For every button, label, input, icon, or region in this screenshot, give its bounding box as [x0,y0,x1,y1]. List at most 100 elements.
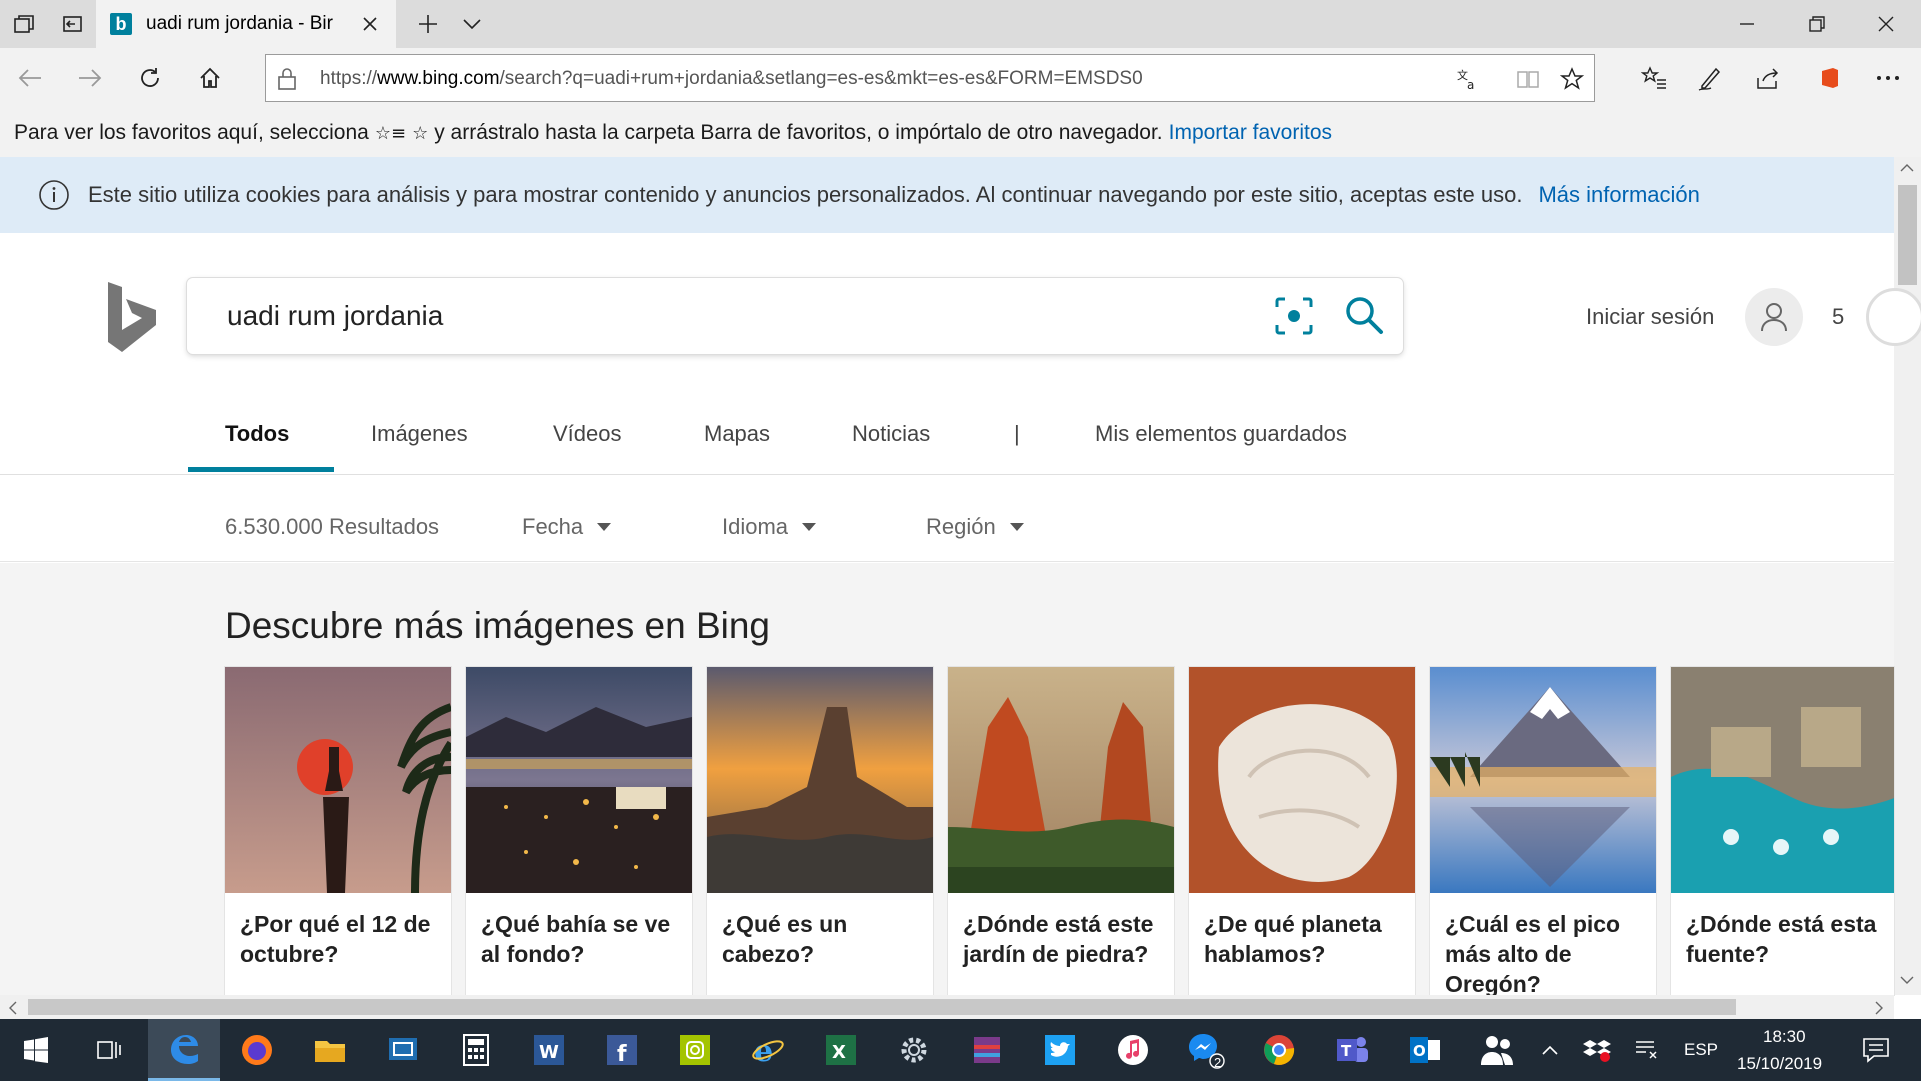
network-icon[interactable] [1622,1019,1672,1081]
scroll-right-icon[interactable] [1874,1001,1884,1015]
firefox-icon[interactable] [221,1019,293,1081]
show-hidden-icons-chevron-icon[interactable] [1530,1019,1570,1081]
horizontal-scrollbar[interactable] [0,995,1894,1019]
results-count-text: 6.530.000 Resultados [225,514,440,539]
clock-time[interactable]: 18:30 [1763,1027,1806,1047]
instagram-icon[interactable] [659,1019,731,1081]
messenger-icon[interactable]: 2 [1170,1019,1242,1081]
new-tab-icon[interactable] [404,0,452,48]
edge-browser-icon[interactable] [148,1019,220,1081]
discover-card[interactable]: ¿Qué bahía se ve al fondo? [466,667,692,995]
filter-region[interactable]: Región [926,514,1024,540]
internet-explorer-icon[interactable]: e [732,1019,804,1081]
discover-card[interactable]: ¿Dónde está este jardín de piedra? [948,667,1174,995]
office-icon[interactable] [1808,56,1852,100]
chrome-icon[interactable] [1243,1019,1315,1081]
teams-icon[interactable]: T [1316,1019,1388,1081]
twitter-icon[interactable] [1024,1019,1096,1081]
search-box[interactable]: uadi rum jordania [187,278,1403,354]
discover-title: Descubre más imágenes en Bing [225,605,771,646]
sign-in-link[interactable]: Iniciar sesión [1586,304,1714,330]
word-icon[interactable]: W [513,1019,585,1081]
card-image-night-bay [466,667,692,893]
discover-card[interactable]: ¿Por qué el 12 de octubre? [225,667,451,995]
address-bar[interactable]: https://www.bing.com/search?q=uadi+rum+j… [265,54,1595,102]
tab-todos[interactable]: Todos [225,421,289,447]
set-tabs-aside-icon[interactable] [48,0,96,48]
winrar-icon[interactable] [951,1019,1023,1081]
card-question: ¿De qué planeta hablamos? [1204,911,1382,967]
discover-card[interactable]: ¿De qué planeta hablamos? [1189,667,1415,995]
scope-tabs: Todos Imágenes Vídeos Mapas Noticias | M… [0,415,1894,475]
rewards-count[interactable]: 5 [1832,304,1844,330]
calculator-icon[interactable] [440,1019,512,1081]
back-arrow-icon[interactable] [8,56,52,100]
card-question: ¿Dónde está este jardín de piedra? [963,911,1154,967]
search-icon[interactable] [1343,294,1385,336]
active-tab[interactable]: b uadi rum jordania - Bir [96,0,396,48]
input-language[interactable]: ESP [1684,1040,1718,1060]
scrollbar-thumb[interactable] [1898,185,1917,285]
card-image-rock-garden [948,667,1174,893]
rewards-medal-icon[interactable] [1866,288,1921,346]
settings-gear-icon[interactable] [878,1019,950,1081]
home-icon[interactable] [188,56,232,100]
close-window-icon[interactable] [1851,0,1921,48]
outlook-icon[interactable]: O [1389,1019,1461,1081]
remote-desktop-icon[interactable] [367,1019,439,1081]
user-avatar-icon[interactable] [1745,288,1803,346]
scroll-down-icon[interactable] [1900,975,1914,985]
more-info-link[interactable]: Más información [1538,182,1699,208]
discover-card[interactable]: ¿Dónde está esta fuente? [1671,667,1894,995]
scroll-left-icon[interactable] [8,1001,18,1015]
file-explorer-icon[interactable] [294,1019,366,1081]
refresh-icon[interactable] [128,56,172,100]
filter-date[interactable]: Fecha [522,514,612,540]
people-icon[interactable] [1462,1019,1534,1081]
minimize-icon[interactable] [1712,0,1782,48]
caret-down-icon [1009,523,1024,531]
restore-icon[interactable] [1782,0,1852,48]
browser-toolbar: https://www.bing.com/search?q=uadi+rum+j… [0,48,1921,109]
more-options-icon[interactable] [1866,56,1910,100]
tab-noticias[interactable]: Noticias [852,421,930,447]
facebook-icon[interactable]: f [586,1019,658,1081]
card-question: ¿Qué es un cabezo? [722,911,848,967]
page-scrollbar[interactable] [1894,157,1921,995]
tab-videos[interactable]: Vídeos [553,421,622,447]
url-text[interactable]: https://www.bing.com/search?q=uadi+rum+j… [320,68,1143,90]
task-view-icon[interactable] [72,1019,144,1081]
lock-icon[interactable] [276,67,298,91]
tab-mapas[interactable]: Mapas [704,421,770,447]
visual-search-icon[interactable] [1273,295,1315,337]
action-center-icon[interactable] [1846,1019,1906,1081]
tab-preview-chevron-icon[interactable] [448,0,496,48]
tab-imagenes[interactable]: Imágenes [371,421,468,447]
tab-list-icon[interactable] [0,0,48,48]
filter-language[interactable]: Idioma [722,514,817,540]
translate-icon[interactable]: 文a [1454,65,1482,93]
tab-close-icon[interactable] [358,12,382,36]
svg-text:X: X [832,1042,846,1063]
scroll-up-icon[interactable] [1900,163,1914,173]
results-count: 6.530.000 Resultados [225,514,439,540]
discover-card[interactable]: ¿Cuál es el pico más alto de Oregón? [1430,667,1656,995]
favorite-star-icon[interactable] [1558,65,1586,93]
import-favorites-link[interactable]: Importar favoritos [1169,121,1332,145]
excel-icon[interactable]: X [805,1019,877,1081]
clock-date[interactable]: 15/10/2019 [1737,1054,1822,1074]
share-icon[interactable] [1746,56,1790,100]
tab-saved-items[interactable]: Mis elementos guardados [1095,421,1347,447]
favorites-hub-icon[interactable] [1632,56,1676,100]
discover-card[interactable]: ¿Qué es un cabezo? [707,667,933,995]
web-note-pen-icon[interactable] [1688,56,1732,100]
bing-logo[interactable] [106,282,158,352]
forward-arrow-icon[interactable] [68,56,112,100]
horizontal-scrollbar-thumb[interactable] [28,999,1736,1015]
itunes-icon[interactable] [1097,1019,1169,1081]
start-windows-icon[interactable] [0,1019,72,1081]
svg-text:O: O [1413,1042,1426,1060]
search-input[interactable]: uadi rum jordania [227,300,443,332]
reading-view-icon[interactable] [1514,65,1542,93]
dropbox-icon[interactable] [1572,1019,1622,1081]
